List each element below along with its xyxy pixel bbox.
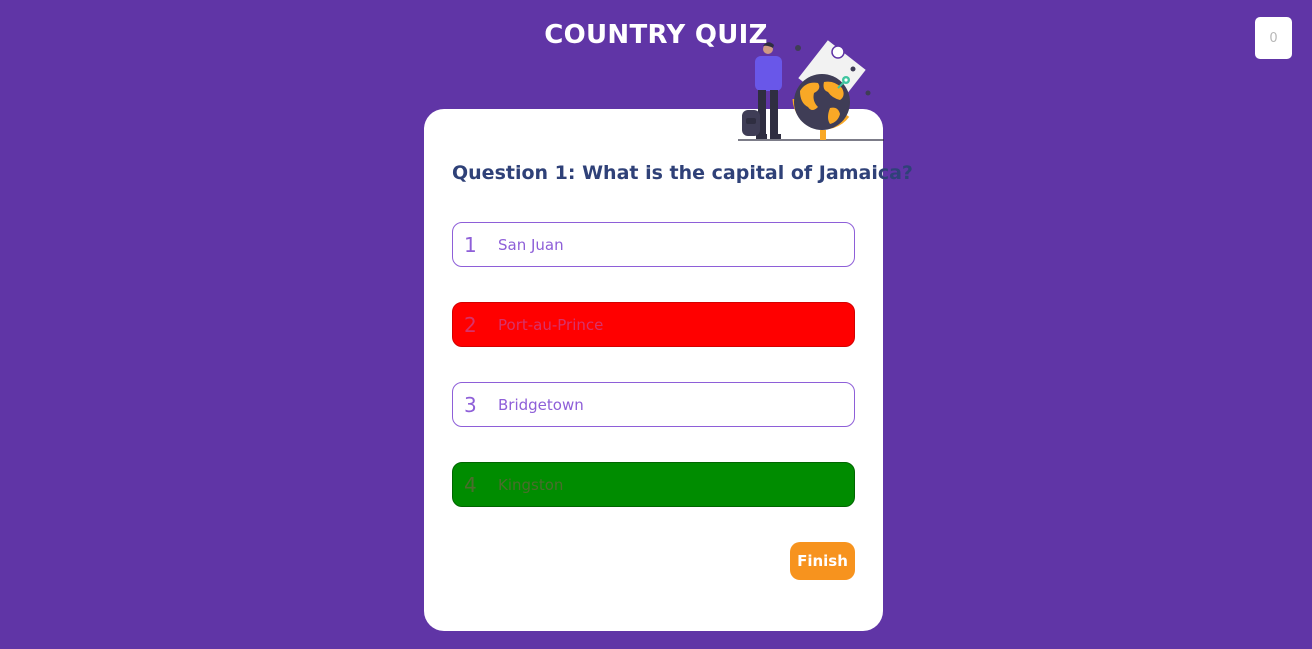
option-label: Kingston	[498, 475, 564, 494]
option-number: 3	[464, 392, 477, 417]
traveler-with-globe-illustration	[738, 40, 884, 141]
option-number: 4	[464, 472, 477, 497]
option-label: Port-au-Prince	[498, 315, 604, 334]
score-badge: 0	[1255, 17, 1292, 59]
option-label: San Juan	[498, 235, 564, 254]
app-title: COUNTRY QUIZ	[544, 20, 768, 50]
option-label: Bridgetown	[498, 395, 584, 414]
score-value: 0	[1269, 30, 1278, 46]
answer-option-1[interactable]: 1 San Juan	[452, 222, 855, 267]
finish-button[interactable]: Finish	[790, 542, 855, 580]
answer-option-3[interactable]: 3 Bridgetown	[452, 382, 855, 427]
question-text: Question 1: What is the capital of Jamai…	[452, 162, 913, 184]
answer-option-2-wrong[interactable]: 2 Port-au-Prince	[452, 302, 855, 347]
answer-option-4-correct[interactable]: 4 Kingston	[452, 462, 855, 507]
option-number: 2	[464, 312, 477, 337]
quiz-page: COUNTRY QUIZ 0 Question 1: What is the c…	[0, 0, 1312, 649]
option-number: 1	[464, 232, 477, 257]
